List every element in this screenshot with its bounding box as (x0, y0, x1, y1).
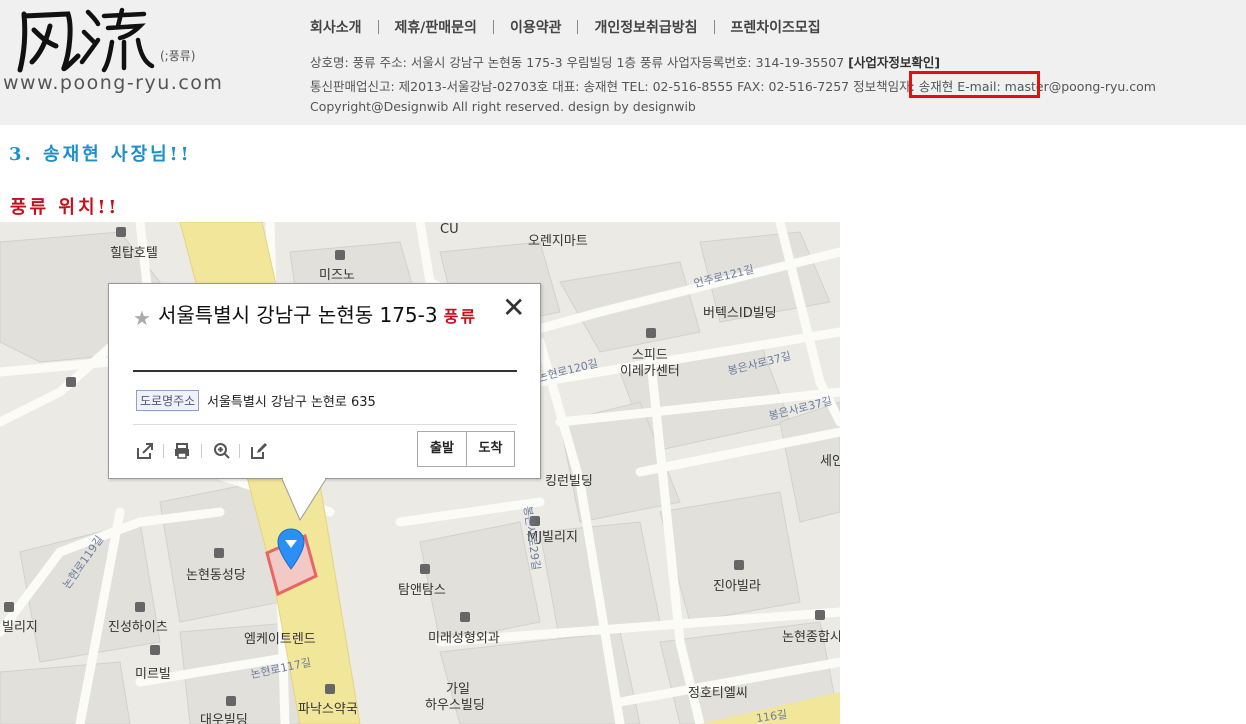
icon-divider (201, 444, 202, 458)
mail-order-info: 통신판매업신고: 제2013-서울강남-02703호 대표: 송재현 TEL: … (310, 79, 850, 94)
site-header: (;풍류) www.poong-ryu.com 회사소개 제휴/판매문의 이용약… (0, 0, 1246, 125)
road-label: 116길 (755, 707, 788, 724)
share-icon[interactable] (136, 442, 154, 460)
favorite-star-icon[interactable]: ★ (133, 306, 151, 330)
building-icon (4, 602, 14, 612)
map-label[interactable]: 하우스빌딩 (425, 694, 485, 713)
hospital-icon (460, 612, 470, 622)
popup-place-name: 풍류 (443, 307, 478, 326)
address-popup: ★ 서울특별시 강남구 논현동 175-3 풍류 ✕ 도로명주소 서울특별시 강남… (108, 283, 541, 479)
print-icon[interactable] (173, 442, 191, 460)
business-info-link[interactable]: [사업자정보확인] (848, 55, 940, 70)
close-icon[interactable]: ✕ (502, 294, 525, 322)
nav-divider (377, 20, 379, 34)
map-label[interactable]: 빌리지 (2, 616, 38, 635)
pharmacy-icon (325, 684, 335, 694)
copyright: Copyright@Designwib All right reserved. … (310, 99, 696, 114)
parking-icon (66, 377, 76, 387)
map-label[interactable]: 오렌지마트 (528, 230, 588, 249)
nav-franchise[interactable]: 프렌차이즈모집 (731, 17, 821, 37)
highlight-box (909, 71, 1040, 98)
cafe-icon (420, 564, 430, 574)
nav-divider (492, 20, 494, 34)
building-icon (226, 696, 236, 706)
map-label[interactable]: 대우빌딩 (200, 709, 248, 724)
company-info-line-1: 상호명: 풍류 주소: 서울시 강남구 논현동 175-3 우림빌딩 1층 풍류… (310, 52, 940, 71)
map-label[interactable]: 힐탑호텔 (110, 242, 158, 261)
road-address-badge: 도로명주소 (136, 390, 200, 411)
map-label[interactable]: 탐앤탐스 (398, 579, 446, 598)
map-label[interactable]: 논현동성당 (186, 564, 246, 583)
map-label[interactable]: 진성하이츠 (108, 616, 168, 635)
logo-tag: (;풍류) (160, 49, 196, 63)
nav-divider (713, 20, 715, 34)
popup-address: 서울특별시 강남구 논현동 175-3 (158, 303, 438, 327)
map-label[interactable]: 파낙스약국 (298, 698, 358, 717)
map-label[interactable]: 이레카센터 (620, 360, 680, 379)
logo-url[interactable]: www.poong-ryu.com (3, 72, 223, 94)
map-label[interactable]: CU (440, 222, 459, 237)
nav-terms[interactable]: 이용약관 (510, 17, 562, 37)
map-label[interactable]: 엠케이트렌드 (244, 628, 316, 647)
map-label[interactable]: 킹런빌딩 (545, 470, 593, 489)
company-info-text: 상호명: 풍류 주소: 서울시 강남구 논현동 175-3 우림빌딩 1층 풍류… (310, 55, 845, 70)
nav-privacy[interactable]: 개인정보취급방침 (594, 17, 697, 37)
icon-divider (163, 444, 164, 458)
depart-button[interactable]: 출발 (418, 432, 466, 466)
popup-divider (133, 424, 517, 425)
popup-divider (133, 370, 517, 372)
map-label[interactable]: 진아빌라 (713, 575, 761, 594)
popup-pointer (282, 478, 327, 522)
location-pin-icon[interactable] (276, 528, 306, 570)
building-icon (734, 560, 744, 570)
nav-divider (577, 20, 579, 34)
repair-icon (646, 328, 656, 338)
building-icon (150, 645, 160, 655)
arrive-button[interactable]: 도착 (466, 432, 514, 466)
map-label[interactable]: 미르빌 (135, 663, 171, 682)
shop-icon (815, 610, 825, 620)
hotel-icon (116, 227, 126, 237)
zoom-in-icon[interactable] (213, 442, 231, 460)
map-label[interactable]: 세인 (820, 450, 840, 469)
church-icon (214, 548, 224, 558)
owner-section-title: 3. 송재현 사장님!! (9, 144, 192, 165)
map-label[interactable]: 버텍스ID빌딩 (703, 302, 777, 321)
location-section-title: 풍류 위치!! (10, 197, 120, 218)
icon-divider (239, 444, 240, 458)
route-buttons: 출발 도착 (417, 431, 515, 467)
map-label[interactable]: 정호티엘씨 (688, 682, 748, 701)
map-label[interactable]: 미즈노 (319, 264, 355, 283)
nav-company[interactable]: 회사소개 (310, 17, 362, 37)
popup-title: 서울특별시 강남구 논현동 175-3 풍류 (158, 302, 478, 330)
building-icon (135, 602, 145, 612)
map-label[interactable]: 미래성형외과 (428, 627, 500, 646)
road-address: 서울특별시 강남구 논현로 635 (207, 395, 376, 410)
shop-icon (335, 250, 345, 260)
top-nav: 회사소개 제휴/판매문의 이용약관 개인정보취급방침 프렌차이즈모집 (310, 17, 821, 37)
edit-icon[interactable] (250, 442, 268, 460)
logo-calligraphy-icon[interactable] (16, 6, 161, 76)
nav-partnership[interactable]: 제휴/판매문의 (395, 17, 477, 37)
map-label[interactable]: 논현종합시 (782, 626, 840, 645)
